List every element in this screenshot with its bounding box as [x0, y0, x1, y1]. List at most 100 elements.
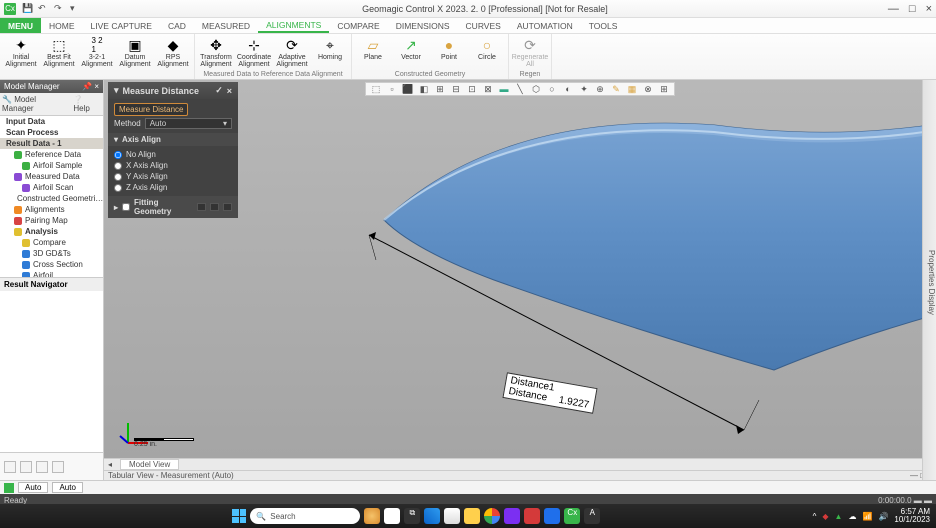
vp-tool-icon[interactable]: ⊟	[449, 84, 463, 96]
system-tray[interactable]: ^ ◆ ▲ ☁ 📶 🔊 6:57 AM10/1/2023	[813, 508, 930, 524]
radio-no-align[interactable]	[114, 151, 122, 159]
taskbar-search[interactable]: 🔍Search	[250, 508, 360, 524]
tree-node[interactable]: Compare	[0, 237, 103, 248]
taskbar-app-icon[interactable]	[544, 508, 560, 524]
fit-opt-2[interactable]	[210, 203, 219, 211]
tree-node[interactable]: Airfoil Scan	[0, 182, 103, 193]
ribbon-transform[interactable]: ✥Transform Alignment	[199, 35, 233, 68]
tree-node[interactable]: Result Data - 1	[0, 138, 103, 149]
vp-tool-icon[interactable]: ○	[545, 84, 559, 96]
tree-node[interactable]: Airfoil Sample	[0, 160, 103, 171]
tab-live-capture[interactable]: LIVE CAPTURE	[83, 18, 160, 33]
mm-tool-4[interactable]	[52, 461, 64, 473]
tray-icon[interactable]: ◆	[822, 512, 828, 521]
fitting-geometry-checkbox[interactable]	[122, 203, 130, 211]
ribbon-best-fit[interactable]: ⬚Best Fit Alignment	[42, 35, 76, 68]
qat-undo-icon[interactable]: ↶	[38, 3, 50, 15]
method-select[interactable]: Auto▾	[145, 118, 232, 129]
qat-redo-icon[interactable]: ↷	[54, 3, 66, 15]
properties-tab[interactable]: Properties Display	[922, 80, 936, 480]
ribbon-regenerate[interactable]: ⟳Regenerate All	[513, 35, 547, 68]
vp-tool-icon[interactable]: ▫	[385, 84, 399, 96]
radio-x-align[interactable]	[114, 162, 122, 170]
taskbar-app-icon[interactable]	[524, 508, 540, 524]
mm-tab-help[interactable]: ❔ Help	[73, 95, 101, 113]
fit-opt-1[interactable]	[197, 203, 206, 211]
taskbar-app-icon[interactable]: Cx	[564, 508, 580, 524]
chevron-right-icon[interactable]: ▸	[114, 203, 118, 212]
tray-up-icon[interactable]: ^	[813, 512, 817, 521]
close-button[interactable]: ×	[926, 3, 932, 15]
tab-cad[interactable]: CAD	[160, 18, 194, 33]
vp-tool-icon[interactable]: ⊞	[657, 84, 671, 96]
taskbar-app-icon[interactable]	[504, 508, 520, 524]
chevron-down-icon[interactable]: ▾	[114, 85, 119, 96]
tab-automation[interactable]: AUTOMATION	[509, 18, 581, 33]
taskbar-app-icon[interactable]	[464, 508, 480, 524]
qat-more-icon[interactable]: ▾	[70, 3, 82, 15]
chevron-down-icon[interactable]: ▾	[114, 135, 118, 144]
fit-opt-3[interactable]	[223, 203, 232, 211]
view-prev-icon[interactable]: ◂	[104, 460, 116, 469]
ribbon-adaptive[interactable]: ⟳Adaptive Alignment	[275, 35, 309, 68]
tree-node[interactable]: Airfoil	[0, 270, 103, 277]
tab-measured[interactable]: MEASURED	[194, 18, 258, 33]
ribbon-coordinate[interactable]: ⊹Coordinate Alignment	[237, 35, 271, 68]
ribbon-plane[interactable]: ▱Plane	[356, 35, 390, 61]
tab-compare[interactable]: COMPARE	[329, 18, 387, 33]
vp-tool-icon[interactable]: ◧	[417, 84, 431, 96]
tree-node[interactable]: 3D GD&Ts	[0, 248, 103, 259]
panel-pin-icon[interactable]: 📌 ×	[82, 82, 99, 91]
radio-y-align[interactable]	[114, 173, 122, 181]
tab-home[interactable]: HOME	[41, 18, 83, 33]
ribbon-homing[interactable]: ⌖Homing	[313, 35, 347, 61]
measure-distance-dialog[interactable]: ▾ Measure Distance ✓ × Measure Distance …	[108, 82, 238, 218]
vp-tool-icon[interactable]: ⬡	[529, 84, 543, 96]
mm-tool-3[interactable]	[36, 461, 48, 473]
tray-wifi-icon[interactable]: 📶	[862, 512, 872, 521]
vp-tool-icon[interactable]: ⬛	[401, 84, 415, 96]
tree-node[interactable]: Reference Data	[0, 149, 103, 160]
taskbar-app-icon[interactable]	[424, 508, 440, 524]
taskbar-app-icon[interactable]	[484, 508, 500, 524]
vp-tool-icon[interactable]: ⊠	[481, 84, 495, 96]
tree-node[interactable]: Alignments	[0, 204, 103, 215]
vp-tool-icon[interactable]: ⬚	[369, 84, 383, 96]
bottom-tab-2[interactable]: Auto	[52, 482, 82, 493]
ribbon-vector[interactable]: ↗Vector	[394, 35, 428, 61]
vp-tool-icon[interactable]: ⊕	[593, 84, 607, 96]
tab-dimensions[interactable]: DIMENSIONS	[388, 18, 458, 33]
vp-tool-icon[interactable]: ╲	[513, 84, 527, 96]
taskbar-app-icon[interactable]	[384, 508, 400, 524]
dialog-apply-icon[interactable]: ✓	[215, 85, 223, 96]
model-view-tab[interactable]: Model View	[120, 459, 179, 470]
tree-node[interactable]: Pairing Map	[0, 215, 103, 226]
taskbar-app-icon[interactable]: ⧉	[404, 508, 420, 524]
tree-node[interactable]: Analysis	[0, 226, 103, 237]
vp-tool-icon[interactable]: ✎	[609, 84, 623, 96]
tree-node[interactable]: Measured Data	[0, 171, 103, 182]
measure-distance-button[interactable]: Measure Distance	[114, 103, 188, 116]
dialog-close-icon[interactable]: ×	[227, 86, 232, 96]
taskbar-app-icon[interactable]: A	[584, 508, 600, 524]
ribbon-circle[interactable]: ○Circle	[470, 35, 504, 61]
tab-curves[interactable]: CURVES	[458, 18, 509, 33]
tree-node[interactable]: Constructed Geometri…	[0, 193, 103, 204]
bottom-tab-1[interactable]: Auto	[18, 482, 48, 493]
tray-icon[interactable]: ▲	[835, 512, 843, 521]
mm-tool-2[interactable]	[20, 461, 32, 473]
ribbon-point[interactable]: ●Point	[432, 35, 466, 61]
tree-node[interactable]: Scan Process	[0, 127, 103, 138]
ribbon-321[interactable]: 3 213-2-1 Alignment	[80, 35, 114, 68]
tab-alignments[interactable]: ALIGNMENTS	[258, 18, 329, 33]
tab-menu[interactable]: MENU	[0, 18, 41, 33]
radio-z-align[interactable]	[114, 184, 122, 192]
tab-tools[interactable]: TOOLS	[581, 18, 626, 33]
tree-node[interactable]: Input Data	[0, 116, 103, 127]
minimize-button[interactable]: —	[888, 3, 899, 15]
vp-tool-icon[interactable]: ⊗	[641, 84, 655, 96]
tabular-view-header[interactable]: Tabular View - Measurement (Auto)— □ ×	[104, 470, 936, 480]
start-button[interactable]	[232, 509, 246, 523]
qat-save-icon[interactable]: 💾	[22, 3, 34, 15]
taskbar-app-icon[interactable]	[444, 508, 460, 524]
